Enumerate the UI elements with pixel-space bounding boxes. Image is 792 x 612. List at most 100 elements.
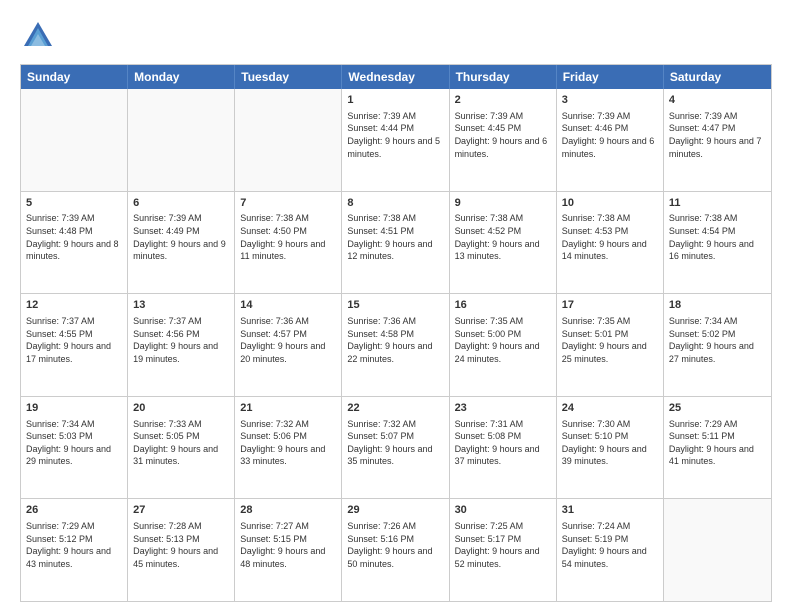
- day-number: 21: [240, 401, 336, 416]
- day-info: Sunrise: 7:34 AM Sunset: 5:03 PM Dayligh…: [26, 418, 122, 468]
- day-cell-1: 1 Sunrise: 7:39 AM Sunset: 4:44 PM Daylig…: [342, 89, 449, 191]
- day-info: Sunrise: 7:25 AM Sunset: 5:17 PM Dayligh…: [455, 520, 551, 570]
- calendar-header: SundayMondayTuesdayWednesdayThursdayFrid…: [21, 65, 771, 89]
- day-cell-8: 8Sunrise: 7:38 AM Sunset: 4:51 PM Daylig…: [342, 192, 449, 294]
- empty-cell-r0c1: [128, 89, 235, 191]
- empty-cell-r0c2: [235, 89, 342, 191]
- day-cell-16: 16Sunrise: 7:35 AM Sunset: 5:00 PM Dayli…: [450, 294, 557, 396]
- day-number: 26: [26, 503, 122, 518]
- day-info: Sunrise: 7:32 AM Sunset: 5:06 PM Dayligh…: [240, 418, 336, 468]
- day-info: Sunrise: 7:38 AM Sunset: 4:50 PM Dayligh…: [240, 212, 336, 262]
- day-cell-17: 17 Sunrise: 7:35 AM Sunset: 5:01 PM Dayli…: [557, 294, 664, 396]
- day-cell-19: 19 Sunrise: 7:34 AM Sunset: 5:03 PM Dayli…: [21, 397, 128, 499]
- day-info: Sunrise: 7:29 AM Sunset: 5:11 PM Dayligh…: [669, 418, 766, 468]
- day-number: 24: [562, 401, 658, 416]
- day-number: 30: [455, 503, 551, 518]
- day-info: Sunrise: 7:37 AM Sunset: 4:55 PM Dayligh…: [26, 315, 122, 365]
- day-cell-20: 20 Sunrise: 7:33 AM Sunset: 5:05 PM Dayli…: [128, 397, 235, 499]
- day-cell-3: 3 Sunrise: 7:39 AM Sunset: 4:46 PM Daylig…: [557, 89, 664, 191]
- day-info: Sunrise: 7:28 AM Sunset: 5:13 PM Dayligh…: [133, 520, 229, 570]
- day-number: 31: [562, 503, 658, 518]
- day-info: Sunrise: 7:39 AM Sunset: 4:49 PM Dayligh…: [133, 212, 229, 262]
- empty-cell-r4c6: [664, 499, 771, 601]
- day-info: Sunrise: 7:39 AM Sunset: 4:48 PM Dayligh…: [26, 212, 122, 262]
- day-number: 29: [347, 503, 443, 518]
- day-number: 15: [347, 298, 443, 313]
- weekday-header-saturday: Saturday: [664, 65, 771, 89]
- day-number: 6: [133, 196, 229, 211]
- day-number: 10: [562, 196, 658, 211]
- day-number: 22: [347, 401, 443, 416]
- day-info: Sunrise: 7:29 AM Sunset: 5:12 PM Dayligh…: [26, 520, 122, 570]
- day-cell-10: 10Sunrise: 7:38 AM Sunset: 4:53 PM Dayli…: [557, 192, 664, 294]
- day-info: Sunrise: 7:36 AM Sunset: 4:57 PM Dayligh…: [240, 315, 336, 365]
- day-info: Sunrise: 7:26 AM Sunset: 5:16 PM Dayligh…: [347, 520, 443, 570]
- day-cell-27: 27 Sunrise: 7:28 AM Sunset: 5:13 PM Dayli…: [128, 499, 235, 601]
- day-cell-13: 13 Sunrise: 7:37 AM Sunset: 4:56 PM Dayli…: [128, 294, 235, 396]
- day-info: Sunrise: 7:34 AM Sunset: 5:02 PM Dayligh…: [669, 315, 766, 365]
- day-number: 1: [347, 93, 443, 108]
- day-cell-12: 12 Sunrise: 7:37 AM Sunset: 4:55 PM Dayli…: [21, 294, 128, 396]
- day-number: 20: [133, 401, 229, 416]
- day-number: 19: [26, 401, 122, 416]
- day-cell-23: 23 Sunrise: 7:31 AM Sunset: 5:08 PM Dayli…: [450, 397, 557, 499]
- day-cell-4: 4 Sunrise: 7:39 AM Sunset: 4:47 PM Daylig…: [664, 89, 771, 191]
- day-number: 4: [669, 93, 766, 108]
- day-info: Sunrise: 7:39 AM Sunset: 4:44 PM Dayligh…: [347, 110, 443, 160]
- day-cell-22: 22 Sunrise: 7:32 AM Sunset: 5:07 PM Dayli…: [342, 397, 449, 499]
- day-info: Sunrise: 7:37 AM Sunset: 4:56 PM Dayligh…: [133, 315, 229, 365]
- day-number: 3: [562, 93, 658, 108]
- day-info: Sunrise: 7:36 AM Sunset: 4:58 PM Dayligh…: [347, 315, 443, 365]
- day-number: 13: [133, 298, 229, 313]
- calendar: SundayMondayTuesdayWednesdayThursdayFrid…: [20, 64, 772, 602]
- day-number: 18: [669, 298, 766, 313]
- logo-icon: [20, 18, 56, 54]
- day-cell-7: 7Sunrise: 7:38 AM Sunset: 4:50 PM Daylig…: [235, 192, 342, 294]
- header: [20, 18, 772, 54]
- day-number: 27: [133, 503, 229, 518]
- calendar-row-3: 12 Sunrise: 7:37 AM Sunset: 4:55 PM Dayli…: [21, 293, 771, 396]
- day-info: Sunrise: 7:35 AM Sunset: 5:01 PM Dayligh…: [562, 315, 658, 365]
- day-info: Sunrise: 7:32 AM Sunset: 5:07 PM Dayligh…: [347, 418, 443, 468]
- day-info: Sunrise: 7:31 AM Sunset: 5:08 PM Dayligh…: [455, 418, 551, 468]
- day-number: 17: [562, 298, 658, 313]
- day-cell-25: 25 Sunrise: 7:29 AM Sunset: 5:11 PM Dayli…: [664, 397, 771, 499]
- day-info: Sunrise: 7:39 AM Sunset: 4:46 PM Dayligh…: [562, 110, 658, 160]
- day-number: 25: [669, 401, 766, 416]
- day-info: Sunrise: 7:24 AM Sunset: 5:19 PM Dayligh…: [562, 520, 658, 570]
- day-info: Sunrise: 7:33 AM Sunset: 5:05 PM Dayligh…: [133, 418, 229, 468]
- calendar-body: 1 Sunrise: 7:39 AM Sunset: 4:44 PM Daylig…: [21, 89, 771, 601]
- day-cell-30: 30 Sunrise: 7:25 AM Sunset: 5:17 PM Dayli…: [450, 499, 557, 601]
- page: SundayMondayTuesdayWednesdayThursdayFrid…: [0, 0, 792, 612]
- calendar-row-5: 26 Sunrise: 7:29 AM Sunset: 5:12 PM Dayli…: [21, 498, 771, 601]
- day-number: 8: [347, 196, 443, 211]
- day-cell-31: 31 Sunrise: 7:24 AM Sunset: 5:19 PM Dayli…: [557, 499, 664, 601]
- day-cell-15: 15 Sunrise: 7:36 AM Sunset: 4:58 PM Dayli…: [342, 294, 449, 396]
- day-number: 28: [240, 503, 336, 518]
- day-info: Sunrise: 7:38 AM Sunset: 4:51 PM Dayligh…: [347, 212, 443, 262]
- logo: [20, 18, 62, 54]
- day-number: 5: [26, 196, 122, 211]
- day-number: 9: [455, 196, 551, 211]
- day-cell-2: 2 Sunrise: 7:39 AM Sunset: 4:45 PM Daylig…: [450, 89, 557, 191]
- weekday-header-tuesday: Tuesday: [235, 65, 342, 89]
- weekday-header-friday: Friday: [557, 65, 664, 89]
- day-cell-11: 11Sunrise: 7:38 AM Sunset: 4:54 PM Dayli…: [664, 192, 771, 294]
- day-number: 23: [455, 401, 551, 416]
- day-cell-21: 21 Sunrise: 7:32 AM Sunset: 5:06 PM Dayli…: [235, 397, 342, 499]
- day-info: Sunrise: 7:38 AM Sunset: 4:54 PM Dayligh…: [669, 212, 766, 262]
- calendar-row-1: 1 Sunrise: 7:39 AM Sunset: 4:44 PM Daylig…: [21, 89, 771, 191]
- day-info: Sunrise: 7:35 AM Sunset: 5:00 PM Dayligh…: [455, 315, 551, 365]
- day-number: 12: [26, 298, 122, 313]
- day-info: Sunrise: 7:39 AM Sunset: 4:45 PM Dayligh…: [455, 110, 551, 160]
- day-number: 2: [455, 93, 551, 108]
- day-number: 11: [669, 196, 766, 211]
- day-number: 7: [240, 196, 336, 211]
- day-info: Sunrise: 7:39 AM Sunset: 4:47 PM Dayligh…: [669, 110, 766, 160]
- calendar-row-4: 19 Sunrise: 7:34 AM Sunset: 5:03 PM Dayli…: [21, 396, 771, 499]
- day-info: Sunrise: 7:30 AM Sunset: 5:10 PM Dayligh…: [562, 418, 658, 468]
- weekday-header-thursday: Thursday: [450, 65, 557, 89]
- day-cell-14: 14 Sunrise: 7:36 AM Sunset: 4:57 PM Dayli…: [235, 294, 342, 396]
- day-info: Sunrise: 7:38 AM Sunset: 4:52 PM Dayligh…: [455, 212, 551, 262]
- day-number: 14: [240, 298, 336, 313]
